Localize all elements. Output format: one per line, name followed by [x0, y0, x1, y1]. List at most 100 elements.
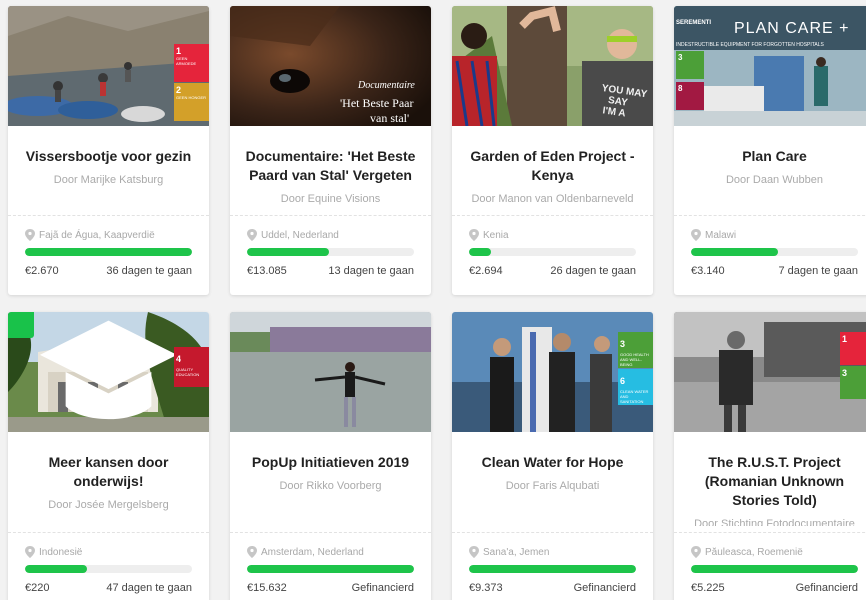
time-remaining: Gefinancierd: [795, 582, 858, 594]
project-meta: Fajã de Água, Kaapverdië €2.670 36 dagen…: [8, 215, 209, 295]
project-title[interactable]: Garden of Eden Project - Kenya: [452, 147, 653, 185]
project-location: Malawi: [691, 228, 858, 242]
project-image[interactable]: 1 GEEN ARMOEDE 2 GEEN HONGER: [8, 6, 209, 126]
image-overlay-caption: Documentaire: [358, 80, 415, 91]
project-owner: Door Rikko Voorberg: [279, 480, 382, 492]
project-grid: 1 GEEN ARMOEDE 2 GEEN HONGER Vissersboot…: [8, 6, 866, 600]
project-card[interactable]: 1 GEEN ARMOEDE 2 GEEN HONGER Vissersboot…: [8, 6, 209, 295]
sdg-icon: 8: [676, 82, 704, 110]
project-image[interactable]: 1 3: [674, 312, 866, 432]
progress-bar: [691, 248, 858, 256]
project-card[interactable]: YOU MAY SAY I'M A Garden of Eden Project…: [452, 6, 653, 295]
project-owner: Door Daan Wubben: [725, 174, 824, 186]
project-title[interactable]: Clean Water for Hope: [452, 453, 653, 472]
progress-fill: [691, 565, 858, 573]
project-card[interactable]: SEREMENTI PLAN CARE + INDESTRUCTIBLE EQU…: [674, 6, 866, 295]
project-image[interactable]: YOU MAY SAY I'M A: [452, 6, 653, 126]
progress-bar: [247, 248, 414, 256]
project-owner: Door Josée Mergelsberg: [48, 499, 169, 511]
time-remaining: Gefinancierd: [573, 582, 636, 594]
project-owner: Door Stichting Fotodocumentaire: [694, 518, 855, 526]
banner-logo: SEREMENTI: [676, 20, 712, 26]
project-location: Păuleasca, Roemenië: [691, 545, 858, 559]
raised-amount: €5.225: [691, 582, 725, 594]
location-pin-icon: [691, 229, 701, 241]
location-pin-icon: [247, 229, 257, 241]
time-remaining: 26 dagen te gaan: [550, 265, 636, 277]
location-pin-icon: [25, 229, 35, 241]
project-image[interactable]: 4 QUALITY EDUCATION: [8, 312, 209, 432]
project-meta: Kenia €2.694 26 dagen te gaan: [452, 215, 653, 295]
project-stats: €2.670 36 dagen te gaan: [25, 265, 192, 277]
raised-amount: €2.670: [25, 265, 59, 277]
progress-fill: [469, 565, 636, 573]
project-title[interactable]: The R.U.S.T. Project (Romanian Unknown S…: [674, 453, 866, 510]
project-stats: €15.632 Gefinancierd: [247, 582, 414, 594]
image-overlay-caption: 'Het Beste Paar: [340, 96, 414, 110]
project-location: Sana'a, Jemen: [469, 545, 636, 559]
project-image[interactable]: [230, 312, 431, 432]
project-stats: €5.225 Gefinancierd: [691, 582, 858, 594]
project-image[interactable]: 3 GOOD HEALTH AND WELL-BEING 6 CLEAN WAT…: [452, 312, 653, 432]
banner-brand: PLAN CARE +: [734, 20, 850, 37]
raised-amount: €220: [25, 582, 50, 594]
location-pin-icon: [247, 546, 257, 558]
project-location: Indonesië: [25, 545, 192, 559]
progress-bar: [25, 565, 192, 573]
progress-fill: [25, 565, 87, 573]
time-remaining: 47 dagen te gaan: [106, 582, 192, 594]
sdg-icon: 3 GOOD HEALTH AND WELL-BEING: [618, 332, 653, 368]
sdg-icon: 3: [676, 51, 704, 79]
raised-amount: €2.694: [469, 265, 503, 277]
project-meta: Amsterdam, Nederland €15.632 Gefinancier…: [230, 532, 431, 600]
raised-amount: €9.373: [469, 582, 503, 594]
project-owner: Door Equine Visions: [280, 193, 381, 205]
progress-bar: [469, 248, 636, 256]
project-image[interactable]: Documentaire 'Het Beste Paar van stal': [230, 6, 431, 126]
project-card[interactable]: Documentaire 'Het Beste Paar van stal' D…: [230, 6, 431, 295]
project-meta: Indonesië €220 47 dagen te gaan: [8, 532, 209, 600]
banner-tagline: INDESTRUCTIBLE EQUIPMENT FOR FORGOTTEN H…: [676, 42, 824, 48]
progress-bar: [469, 565, 636, 573]
project-title[interactable]: Meer kansen door onderwijs!: [8, 453, 209, 491]
project-meta: Păuleasca, Roemenië €5.225 Gefinancierd: [674, 532, 866, 600]
project-location: Fajã de Água, Kaapverdië: [25, 228, 192, 242]
project-image[interactable]: SEREMENTI PLAN CARE + INDESTRUCTIBLE EQU…: [674, 6, 866, 126]
project-meta: Sana'a, Jemen €9.373 Gefinancierd: [452, 532, 653, 600]
progress-fill: [247, 565, 414, 573]
location-pin-icon: [691, 546, 701, 558]
project-stats: €3.140 7 dagen te gaan: [691, 265, 858, 277]
project-title[interactable]: Plan Care: [674, 147, 866, 166]
project-card[interactable]: 3 GOOD HEALTH AND WELL-BEING 6 CLEAN WAT…: [452, 312, 653, 600]
project-stats: €13.085 13 dagen te gaan: [247, 265, 414, 277]
time-remaining: 36 dagen te gaan: [106, 265, 192, 277]
project-card[interactable]: 1 3 The R.U.S.T. Project (Romanian Unkno…: [674, 312, 866, 600]
project-stats: €2.694 26 dagen te gaan: [469, 265, 636, 277]
project-title[interactable]: PopUp Initiatieven 2019: [230, 453, 431, 472]
project-title[interactable]: Documentaire: 'Het Beste Paard van Stal'…: [230, 147, 431, 185]
location-pin-icon: [25, 546, 35, 558]
sdg-icon: 4 QUALITY EDUCATION: [174, 347, 209, 387]
project-owner: Door Manon van Oldenbarneveld: [471, 193, 634, 205]
progress-bar: [691, 565, 858, 573]
time-remaining: Gefinancierd: [351, 582, 414, 594]
progress-fill: [691, 248, 778, 256]
project-location: Amsterdam, Nederland: [247, 545, 414, 559]
sdg-icon: 1: [840, 332, 866, 365]
project-stats: €9.373 Gefinancierd: [469, 582, 636, 594]
project-owner: Door Marijke Katsburg: [53, 174, 164, 186]
education-badge: [8, 312, 178, 420]
progress-bar: [25, 248, 192, 256]
project-card[interactable]: PopUp Initiatieven 2019 Door Rikko Voorb…: [230, 312, 431, 600]
sdg-icon: 3: [840, 366, 866, 399]
project-title[interactable]: Vissersbootje voor gezin: [8, 147, 209, 166]
progress-fill: [469, 248, 491, 256]
progress-fill: [247, 248, 329, 256]
progress-bar: [247, 565, 414, 573]
raised-amount: €3.140: [691, 265, 725, 277]
progress-fill: [25, 248, 192, 256]
location-pin-icon: [469, 229, 479, 241]
sdg-icon: 6 CLEAN WATER AND SANITATION: [618, 369, 653, 405]
raised-amount: €15.632: [247, 582, 287, 594]
project-card[interactable]: 4 QUALITY EDUCATION Meer kansen door ond…: [8, 312, 209, 600]
